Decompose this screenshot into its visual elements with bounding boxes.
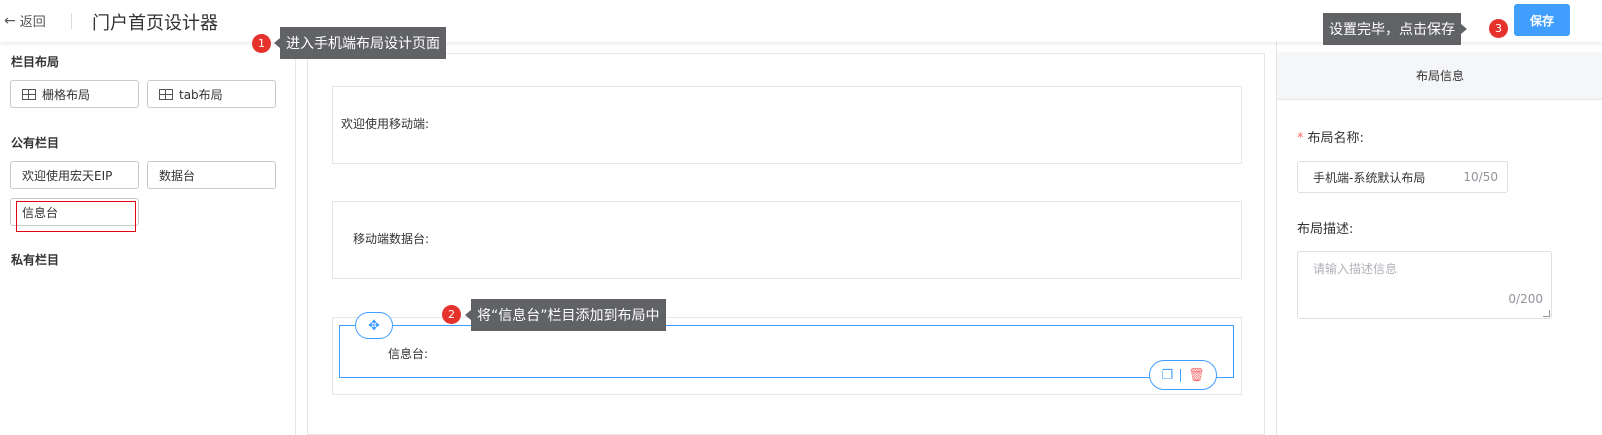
palette-item-welcome-eip[interactable]: 欢迎使用宏天EIP xyxy=(10,161,139,189)
back-arrow-icon: ← xyxy=(4,12,16,29)
step-badge-3: 3 xyxy=(1489,19,1508,38)
delete-icon[interactable]: 🗑 xyxy=(1188,368,1205,383)
palette-item-data-desk[interactable]: 数据台 xyxy=(147,161,276,189)
highlight-box xyxy=(16,201,136,232)
layout-desc-label: 布局描述: xyxy=(1297,222,1354,237)
canvas-slot-data-desk[interactable]: 移动端数据台: xyxy=(332,201,1242,279)
divider xyxy=(1180,368,1182,382)
tooltip-step-2: 将“信息台”栏目添加到布局中 xyxy=(465,299,666,331)
page-title: 门户首页设计器 xyxy=(92,13,218,34)
palette-item-label: 栅格布局 xyxy=(42,87,91,102)
tab-layout-icon xyxy=(159,88,173,100)
move-icon: ✥ xyxy=(368,317,380,334)
grid-layout-icon xyxy=(22,88,36,100)
back-button[interactable]: ← 返回 xyxy=(4,11,46,31)
desc-count: 0/200 xyxy=(1508,292,1543,306)
panel-header: 布局信息 xyxy=(1277,52,1602,100)
layout-name-count: 10/50 xyxy=(1463,170,1498,184)
group-title-private: 私有栏目 xyxy=(11,253,60,267)
palette-item-label: 数据台 xyxy=(159,168,196,183)
palette-item-grid-layout[interactable]: 栅格布局 xyxy=(10,80,139,108)
step-badge-1: 1 xyxy=(252,34,271,53)
divider xyxy=(71,13,72,29)
layout-name-value: 手机端-系统默认布局 xyxy=(1313,170,1426,185)
tooltip-step-1: 进入手机端布局设计页面 xyxy=(274,27,446,59)
layout-info-panel: 布局信息 * 布局名称: 手机端-系统默认布局 10/50 布局描述: 请输入描述… xyxy=(1276,42,1602,435)
selected-slot-outline xyxy=(339,325,1234,378)
group-title-public: 公有栏目 xyxy=(11,136,60,150)
save-button[interactable]: 保存 xyxy=(1514,4,1570,36)
palette-item-tab-layout[interactable]: tab布局 xyxy=(147,80,276,108)
slot-label: 欢迎使用移动端: xyxy=(341,117,430,131)
back-label: 返回 xyxy=(19,15,46,30)
canvas-slot-welcome[interactable]: 欢迎使用移动端: xyxy=(332,86,1242,164)
layout-desc-textarea[interactable]: 请输入描述信息 0/200 xyxy=(1297,251,1552,319)
copy-icon[interactable]: ❐ xyxy=(1161,368,1173,383)
layout-name-label: * 布局名称: xyxy=(1297,131,1364,146)
column-palette: 栏目布局 栅格布局 tab布局 公有栏目 欢迎使用宏天EIP 数据台 信息台 私… xyxy=(0,42,296,435)
palette-item-label: 欢迎使用宏天EIP xyxy=(22,168,113,183)
tooltip-step-3: 设置完毕，点击保存 xyxy=(1323,13,1467,45)
resize-grip[interactable] xyxy=(1543,310,1550,317)
layout-name-input[interactable]: 手机端-系统默认布局 10/50 xyxy=(1297,161,1508,193)
step-badge-2: 2 xyxy=(442,305,461,324)
slot-actions: ❐ 🗑 xyxy=(1149,360,1217,390)
palette-item-label: tab布局 xyxy=(179,87,223,102)
move-handle[interactable]: ✥ xyxy=(355,312,393,339)
desc-placeholder: 请输入描述信息 xyxy=(1313,262,1398,276)
group-title-layout: 栏目布局 xyxy=(11,55,60,69)
slot-label: 移动端数据台: xyxy=(353,232,430,246)
layout-canvas: 欢迎使用移动端: 移动端数据台: 信息台: ✥ ❐ 🗑 xyxy=(307,53,1265,435)
